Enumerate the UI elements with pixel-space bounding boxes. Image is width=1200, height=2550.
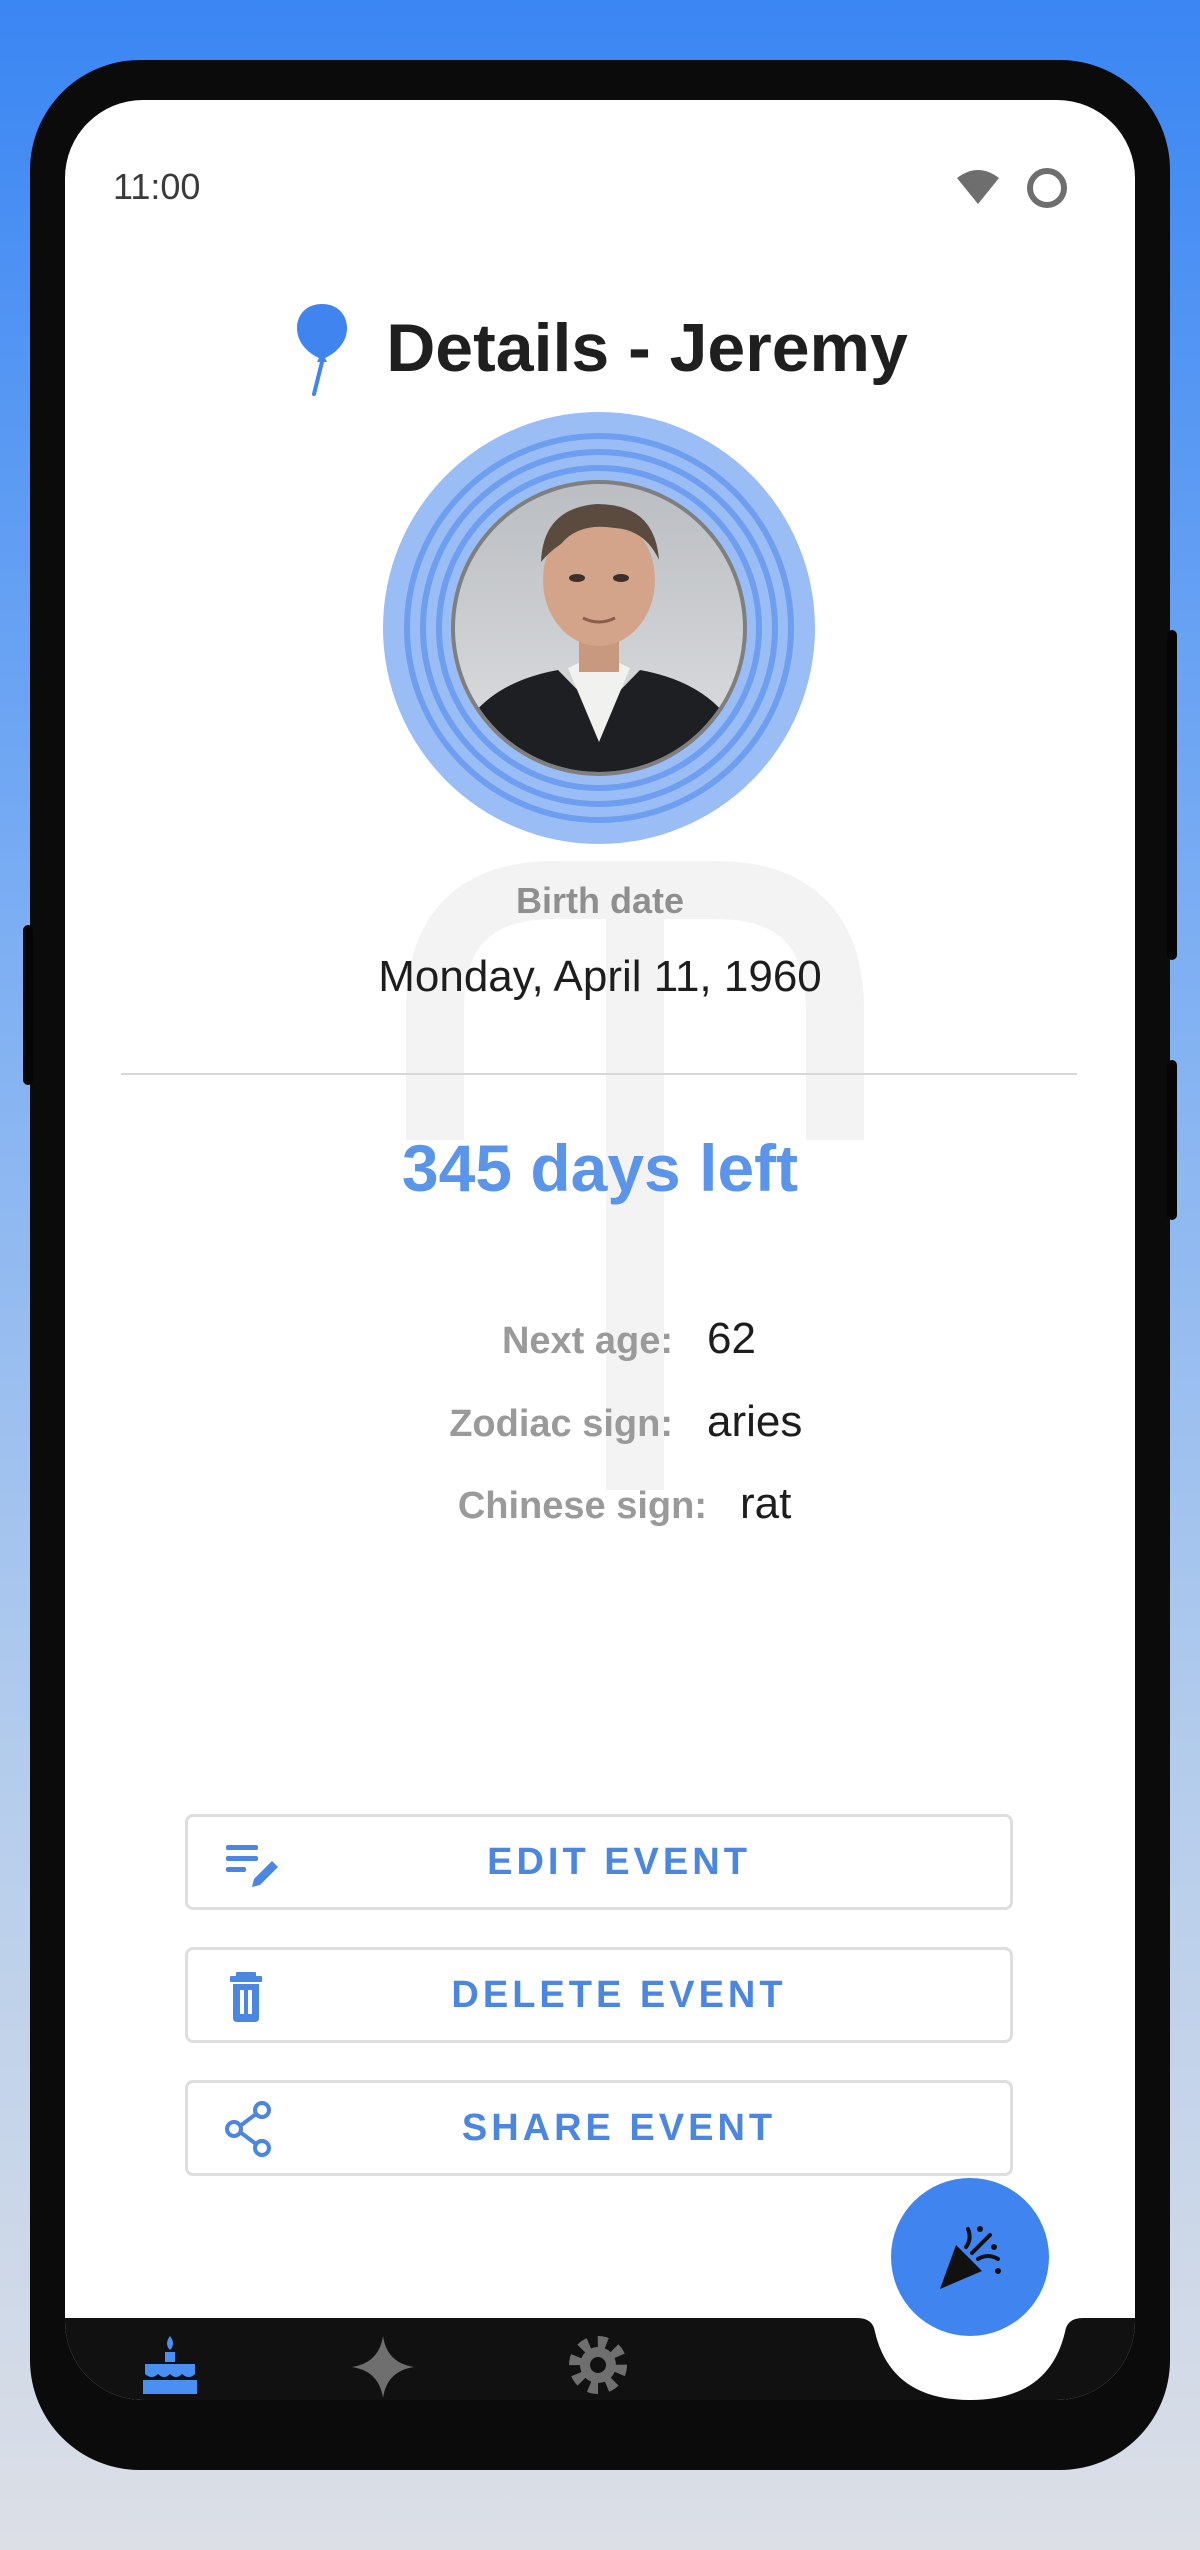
- balloon-icon: [297, 304, 348, 396]
- divider: [121, 1073, 1077, 1075]
- avatar: [383, 412, 815, 844]
- nav-item-birthdays[interactable]: [135, 2330, 205, 2400]
- party-popper-icon: [940, 2226, 1001, 2289]
- cake-icon: [143, 2336, 197, 2394]
- zodiac-sign-value: aries: [707, 1397, 803, 1446]
- celebrate-fab-button[interactable]: [891, 2178, 1049, 2336]
- edit-event-label: EDIT EVENT: [487, 1841, 751, 1883]
- birth-date-value: Monday, April 11, 1960: [378, 952, 822, 1001]
- delete-event-button[interactable]: DELETE EVENT: [185, 1947, 1013, 2043]
- chinese-sign-value: rat: [740, 1479, 792, 1528]
- status-time: 11:00: [113, 166, 201, 207]
- next-age-value: 62: [707, 1314, 756, 1363]
- wifi-icon: [957, 170, 999, 204]
- next-age-row: Next age:: [65, 1316, 673, 1376]
- delete-event-label: DELETE EVENT: [451, 1974, 787, 2016]
- nav-item-settings[interactable]: [565, 2332, 631, 2398]
- edit-event-button[interactable]: EDIT EVENT: [185, 1814, 1013, 1910]
- zodiac-sign-row: Zodiac sign:: [65, 1399, 673, 1459]
- page-title: Details - Jeremy: [386, 310, 908, 386]
- days-left-counter: 345 days left: [401, 1131, 799, 1205]
- power-button: [1167, 630, 1177, 960]
- share-event-label: SHARE EVENT: [461, 2107, 777, 2149]
- app-screen: 11:00 Details - Jeremy Birth date Monday…: [65, 100, 1135, 2400]
- side-button: [1167, 1060, 1177, 1220]
- phone-frame: 11:00 Details - Jeremy Birth date Monday…: [23, 60, 1177, 2470]
- volume-button: [23, 925, 33, 1085]
- zodiac-sign-label: Zodiac sign:: [449, 1403, 673, 1445]
- birth-date-label: Birth date: [515, 880, 684, 921]
- chinese-sign-row: Chinese sign:: [65, 1481, 707, 1541]
- page-header: Details - Jeremy: [65, 288, 1135, 408]
- status-circle-icon: [1027, 168, 1067, 208]
- chinese-sign-label: Chinese sign:: [457, 1485, 707, 1527]
- share-event-button[interactable]: SHARE EVENT: [185, 2080, 1013, 2176]
- gear-icon: [569, 2336, 627, 2394]
- nav-item-favorites[interactable]: [348, 2332, 418, 2400]
- sparkle-icon: [352, 2336, 414, 2398]
- next-age-label: Next age:: [501, 1320, 673, 1362]
